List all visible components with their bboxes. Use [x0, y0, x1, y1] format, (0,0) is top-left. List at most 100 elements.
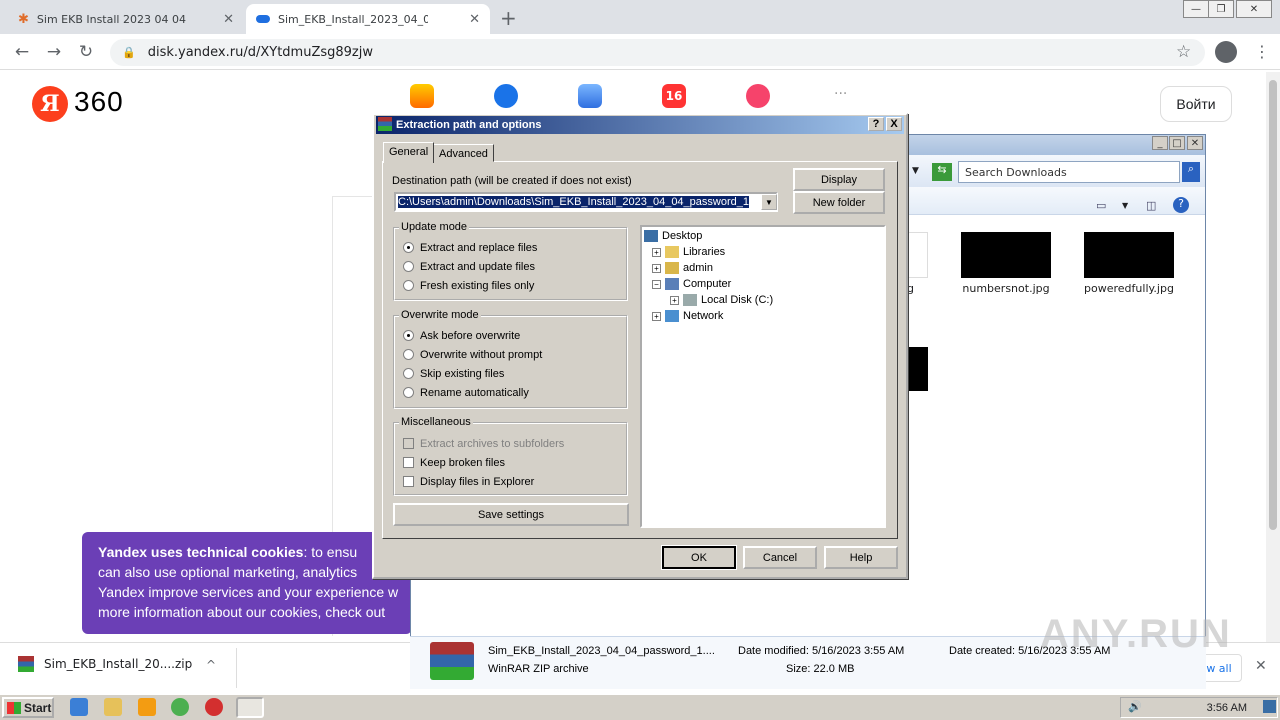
preview-pane-icon[interactable]: ◫: [1146, 199, 1156, 212]
bookmark-star-icon[interactable]: ☆: [1176, 42, 1191, 62]
help-button[interactable]: Help: [824, 546, 898, 569]
search-icon[interactable]: ⌕: [1182, 162, 1200, 182]
thumbnail[interactable]: [1084, 232, 1174, 278]
explorer-close-icon[interactable]: ✕: [1187, 136, 1203, 150]
radio-icon[interactable]: [403, 387, 414, 398]
explorer-minimize-icon[interactable]: _: [1152, 136, 1168, 150]
lock-icon: 🔒: [122, 46, 136, 59]
profile-avatar-icon[interactable]: [1215, 41, 1237, 63]
new-folder-button[interactable]: New folder: [793, 191, 885, 214]
radio-overwrite-without-prompt[interactable]: Overwrite without prompt: [403, 345, 542, 364]
radio-icon[interactable]: [403, 330, 414, 341]
disk-service-icon[interactable]: [494, 84, 518, 108]
start-button[interactable]: Start: [2, 697, 54, 718]
tab-general[interactable]: General: [383, 142, 435, 163]
ie-icon[interactable]: [70, 698, 88, 716]
tree-item-local-disk[interactable]: + Local Disk (C:): [644, 292, 882, 308]
radio-fresh-existing[interactable]: Fresh existing files only: [403, 276, 537, 295]
save-settings-button[interactable]: Save settings: [393, 503, 629, 526]
security-app-icon[interactable]: [205, 698, 223, 716]
cancel-button[interactable]: Cancel: [743, 546, 817, 569]
restore-icon[interactable]: ❐: [1208, 0, 1234, 18]
expand-icon[interactable]: +: [652, 263, 661, 273]
forward-arrow-icon[interactable]: →: [42, 40, 66, 64]
path-dropdown-icon[interactable]: ▼: [761, 194, 777, 210]
collapse-icon[interactable]: −: [652, 279, 661, 289]
folder-tree[interactable]: Desktop + Libraries + admin − Computer + Loc…: [640, 225, 886, 528]
explorer-icon[interactable]: [104, 698, 122, 716]
explorer-search-input[interactable]: Search Downloads: [958, 161, 1180, 183]
checkbox-icon[interactable]: [403, 457, 414, 468]
login-button[interactable]: Войти: [1160, 86, 1232, 122]
tree-item-admin[interactable]: + admin: [644, 260, 882, 276]
radio-extract-replace[interactable]: Extract and replace files: [403, 238, 537, 257]
radio-icon[interactable]: [403, 280, 414, 291]
reload-icon[interactable]: ↻: [74, 40, 98, 64]
radio-icon[interactable]: [403, 368, 414, 379]
checkbox-keep-broken[interactable]: Keep broken files: [403, 453, 564, 472]
menu-kebab-icon[interactable]: ⋮: [1254, 42, 1270, 61]
thumbnail[interactable]: [961, 232, 1051, 278]
radio-label: Skip existing files: [420, 367, 505, 380]
radio-ask-before[interactable]: Ask before overwrite: [403, 326, 542, 345]
tree-item-desktop[interactable]: Desktop: [644, 228, 882, 244]
tab-advanced[interactable]: Advanced: [433, 144, 494, 162]
explorer-maximize-icon[interactable]: □: [1169, 136, 1185, 150]
checkbox-display-explorer[interactable]: Display files in Explorer: [403, 472, 564, 491]
address-dropdown-icon[interactable]: ▼: [912, 166, 919, 176]
view-dropdown-icon[interactable]: ▼: [1122, 201, 1128, 210]
address-bar[interactable]: 🔒 disk.yandex.ru/d/XYtdmuZsg89zjw: [110, 39, 1205, 66]
help-question-button[interactable]: ?: [868, 117, 884, 131]
show-desktop-icon[interactable]: [1263, 700, 1276, 713]
radio-icon[interactable]: [403, 349, 414, 360]
minimize-icon[interactable]: —: [1183, 0, 1209, 18]
volume-icon[interactable]: 🔊: [1128, 700, 1142, 713]
refresh-icon[interactable]: ⇆: [932, 163, 952, 181]
radio-icon[interactable]: [403, 261, 414, 272]
yandex-logo[interactable]: Я: [32, 86, 68, 122]
calendar-service-icon[interactable]: 16: [662, 84, 686, 108]
expand-icon[interactable]: +: [652, 247, 661, 257]
radio-extract-update[interactable]: Extract and update files: [403, 257, 537, 276]
thumbnail[interactable]: [908, 232, 928, 278]
winrar-taskbar-button[interactable]: [236, 697, 264, 718]
destination-path-input[interactable]: C:\Users\admin\Downloads\Sim_EKB_Install…: [394, 192, 778, 212]
close-downloads-icon[interactable]: ✕: [1255, 658, 1267, 674]
thumbnail-label: numbersnot.jpg: [962, 282, 1050, 295]
tree-item-network[interactable]: + Network: [644, 308, 882, 324]
expand-icon[interactable]: +: [652, 311, 661, 321]
download-chevron-icon[interactable]: ^: [206, 658, 216, 672]
back-arrow-icon[interactable]: ←: [10, 40, 34, 64]
network-icon: [665, 310, 679, 322]
page-scrollbar[interactable]: [1266, 72, 1280, 642]
radio-icon[interactable]: [403, 242, 414, 253]
mail-service-icon[interactable]: [410, 84, 434, 108]
download-item[interactable]: Sim_EKB_Install_20....zip: [18, 656, 192, 672]
help-icon[interactable]: ?: [1173, 197, 1189, 213]
checkbox-icon[interactable]: [403, 476, 414, 487]
misc-options: Extract archives to subfolders Keep brok…: [403, 434, 564, 491]
tab-2-active[interactable]: Sim_EKB_Install_2023_04_04_passw ✕: [246, 4, 490, 34]
docs-service-icon[interactable]: [578, 84, 602, 108]
thumbnail[interactable]: [908, 347, 928, 391]
new-tab-button[interactable]: +: [500, 6, 517, 30]
close-tab-icon[interactable]: ✕: [223, 12, 234, 27]
display-button[interactable]: Display: [793, 168, 885, 191]
close-tab-icon[interactable]: ✕: [469, 12, 480, 27]
dialog-close-button[interactable]: X: [886, 117, 902, 131]
more-services-icon[interactable]: ···: [834, 86, 847, 102]
radio-rename-auto[interactable]: Rename automatically: [403, 383, 542, 402]
chrome-icon[interactable]: [171, 698, 189, 716]
tree-item-computer[interactable]: − Computer: [644, 276, 882, 292]
expand-icon[interactable]: +: [670, 295, 679, 305]
window-close-icon[interactable]: ✕: [1236, 0, 1272, 18]
tree-item-libraries[interactable]: + Libraries: [644, 244, 882, 260]
tab-1[interactable]: ✱ Sim EKB Install 2023 04 04 x32 [2023 ✕: [8, 4, 244, 34]
ok-button[interactable]: OK: [661, 545, 737, 570]
overwrite-mode-label: Overwrite mode: [399, 309, 481, 321]
radio-skip-existing[interactable]: Skip existing files: [403, 364, 542, 383]
view-icon[interactable]: ▭: [1096, 199, 1106, 212]
overwrite-mode-options: Ask before overwrite Overwrite without p…: [403, 326, 542, 402]
media-player-icon[interactable]: [138, 698, 156, 716]
360-service-icon[interactable]: [746, 84, 770, 108]
